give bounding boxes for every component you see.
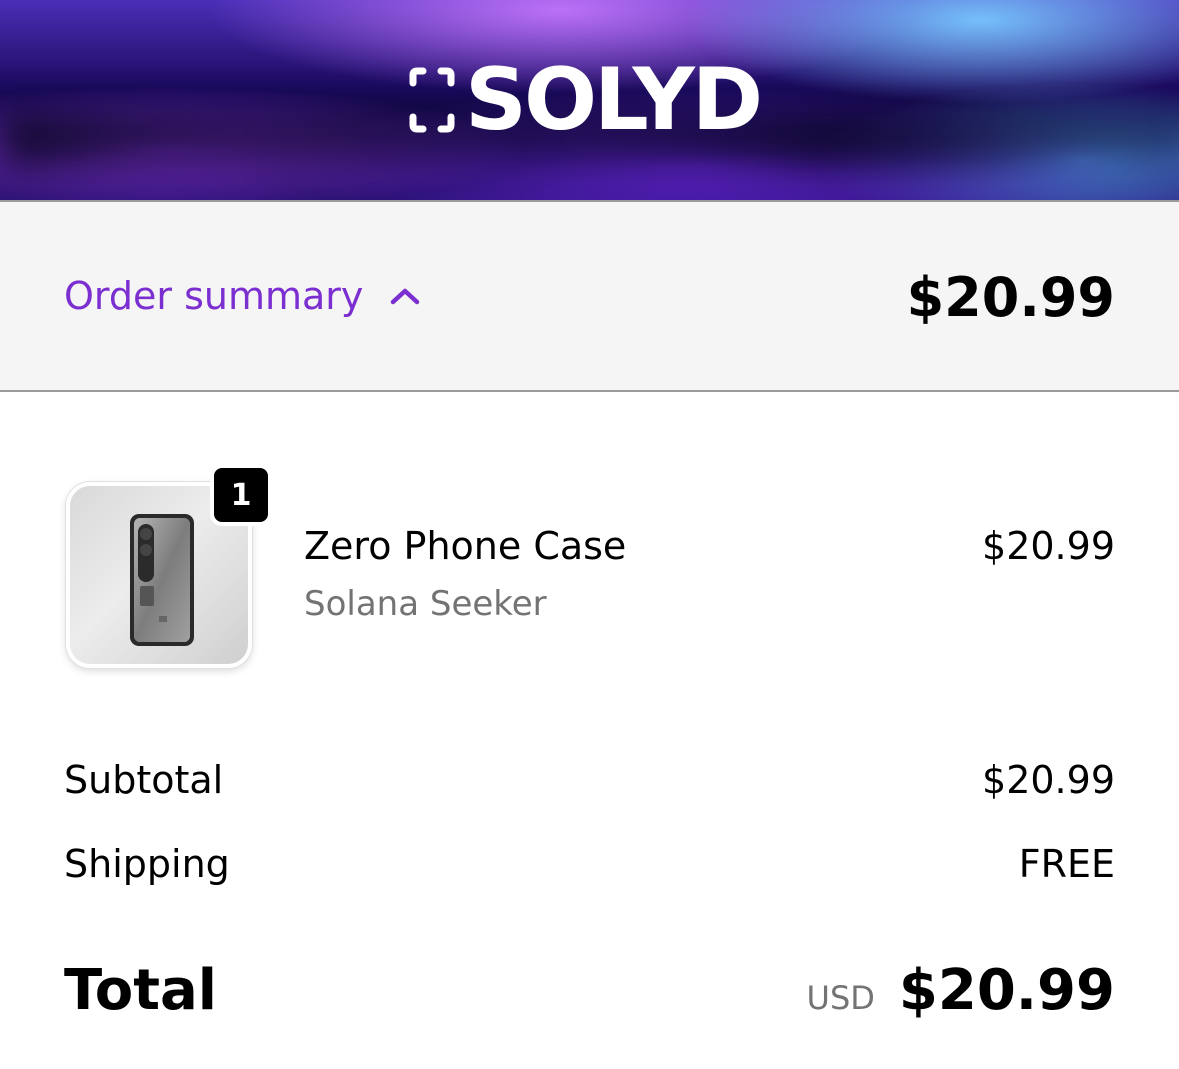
line-item: 1 Zero Phone Case Solana Seeker $20.99 (64, 464, 1115, 675)
subtotal-value: $20.99 (982, 758, 1115, 802)
currency-code: USD (806, 979, 875, 1017)
total-amount: USD $20.99 (807, 958, 1115, 1023)
product-price: $20.99 (982, 524, 1115, 568)
total-value: $20.99 (898, 958, 1115, 1023)
brand-name: SOLYD (465, 50, 763, 150)
bracket-logo-icon (409, 67, 455, 133)
shipping-value: FREE (1018, 842, 1115, 886)
brand-logo[interactable]: SOLYD (409, 50, 763, 150)
order-summary-label: Order summary (64, 274, 364, 318)
shipping-label: Shipping (64, 842, 230, 886)
quantity-badge: 1 (210, 464, 272, 526)
total-label: Total (64, 958, 217, 1023)
subtotal-label: Subtotal (64, 758, 224, 802)
order-summary-bar[interactable]: Order summary $20.99 (0, 200, 1179, 392)
order-summary-total: $20.99 (906, 266, 1115, 329)
chevron-up-icon (391, 288, 420, 305)
product-variant: Solana Seeker (304, 584, 547, 624)
order-summary-toggle[interactable]: Order summary (64, 274, 421, 318)
header-banner: SOLYD (0, 0, 1179, 200)
product-name: Zero Phone Case (304, 524, 627, 568)
